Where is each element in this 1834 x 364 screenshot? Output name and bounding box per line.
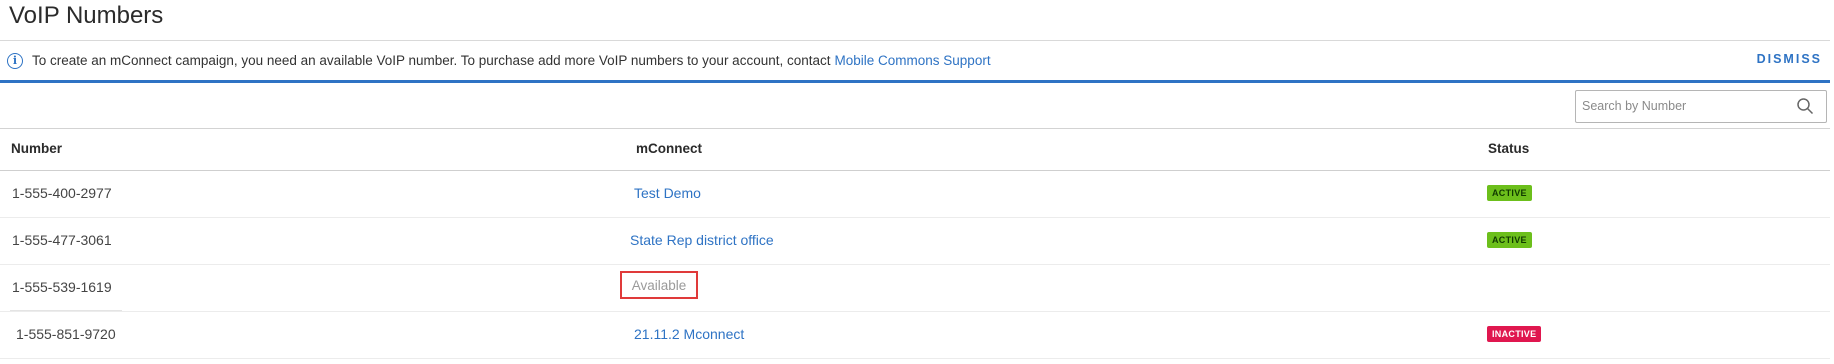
mconnect-link[interactable]: Test Demo — [634, 185, 701, 201]
table-row: 1-555-851-9720 21.11.2 Mconnect INACTIVE — [0, 310, 1830, 359]
search-box — [1575, 90, 1827, 123]
table-row: 1-555-477-3061 State Rep district office… — [0, 218, 1830, 265]
row-number: 1-555-539-1619 — [12, 279, 112, 295]
info-icon: i — [7, 52, 23, 69]
status-badge: INACTIVE — [1487, 326, 1542, 342]
row-divider — [10, 310, 122, 311]
search-input[interactable] — [1576, 91, 1782, 120]
mconnect-link[interactable]: State Rep district office — [630, 232, 774, 248]
dismiss-button[interactable]: DISMISS — [1757, 52, 1822, 66]
voip-table: Number mConnect Status 1-555-400-2977 Te… — [0, 129, 1830, 359]
table-header: Number mConnect Status — [0, 129, 1830, 171]
support-link[interactable]: Mobile Commons Support — [835, 53, 991, 68]
header-status[interactable]: Status — [1488, 141, 1529, 156]
row-number: 1-555-477-3061 — [12, 232, 112, 248]
header-number[interactable]: Number — [11, 141, 62, 156]
banner-message: To create an mConnect campaign, you need… — [32, 53, 831, 68]
table-toolbar — [0, 84, 1830, 129]
available-label[interactable]: Available — [620, 271, 698, 299]
search-icon[interactable] — [1796, 97, 1814, 115]
status-badge: ACTIVE — [1487, 232, 1532, 248]
row-number: 1-555-400-2977 — [12, 185, 112, 201]
status-badge: ACTIVE — [1487, 185, 1532, 201]
header-mconnect[interactable]: mConnect — [636, 141, 702, 156]
mconnect-link[interactable]: 21.11.2 Mconnect — [634, 326, 744, 342]
page-title: VoIP Numbers — [9, 2, 164, 29]
table-row: 1-555-539-1619 Available — [0, 265, 1830, 312]
table-row: 1-555-400-2977 Test Demo ACTIVE — [0, 171, 1830, 218]
info-banner: i To create an mConnect campaign, you ne… — [0, 40, 1830, 83]
row-number: 1-555-851-9720 — [16, 326, 116, 342]
